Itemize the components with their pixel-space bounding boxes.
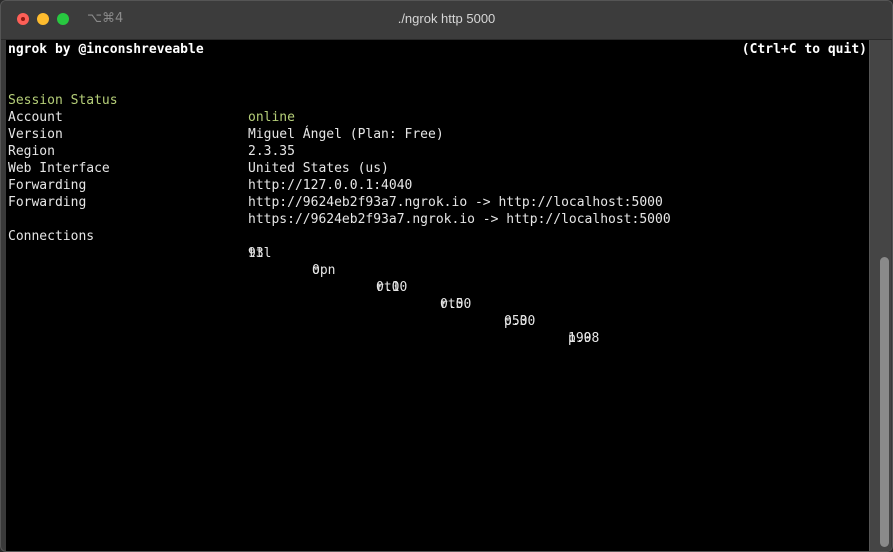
metric-value-rt5: 0.00 [440,297,472,312]
scrollbar-thumb[interactable] [880,257,889,547]
session-row-version: Version 2.3.35 [8,109,808,159]
session-row-status: Session Status online [8,75,808,125]
metric-value-opn: 0 [312,263,320,278]
scrollbar-track[interactable] [869,40,891,551]
title-bar[interactable]: ⌥⌘4 ./ngrok http 5000 [1,1,892,40]
metric-value-p50: 0.30 [504,314,536,329]
metric-value-ttl: 93 [248,246,264,261]
forwarding-https-label: Forwarding [8,195,87,210]
connections-values-row: 93 0 0.00 0.00 0.30 1.98 [8,228,808,346]
session-row-account: Account Miguel Ángel (Plan: Free) [8,92,808,142]
session-row-forwarding-http: Forwarding http://9624eb2f93a7.ngrok.io … [8,160,808,210]
metric-value-p90: 1.98 [568,331,600,346]
connections-header-row: Connections ttl opn rt1 rt5 p50 p90 [8,211,808,346]
quit-hint: (Ctrl+C to quit) [741,42,867,57]
ngrok-header-title: ngrok by @inconshreveable [8,42,204,57]
terminal-window: ⌥⌘4 ./ngrok http 5000 ngrok by @inconshr… [0,0,893,552]
window-title: ./ngrok http 5000 [397,11,496,26]
forwarding-http-value[interactable]: http://9624eb2f93a7.ngrok.io -> http://l… [248,194,663,211]
metric-value-rt1: 0.00 [376,280,408,295]
session-row-web-interface: Web Interface http://127.0.0.1:4040 [8,143,808,193]
terminal-output[interactable]: ngrok by @inconshreveable (Ctrl+C to qui… [6,40,869,551]
session-row-forwarding-https: Forwarding https://9624eb2f93a7.ngrok.io… [8,177,808,227]
session-row-region: Region United States (us) [8,126,808,176]
